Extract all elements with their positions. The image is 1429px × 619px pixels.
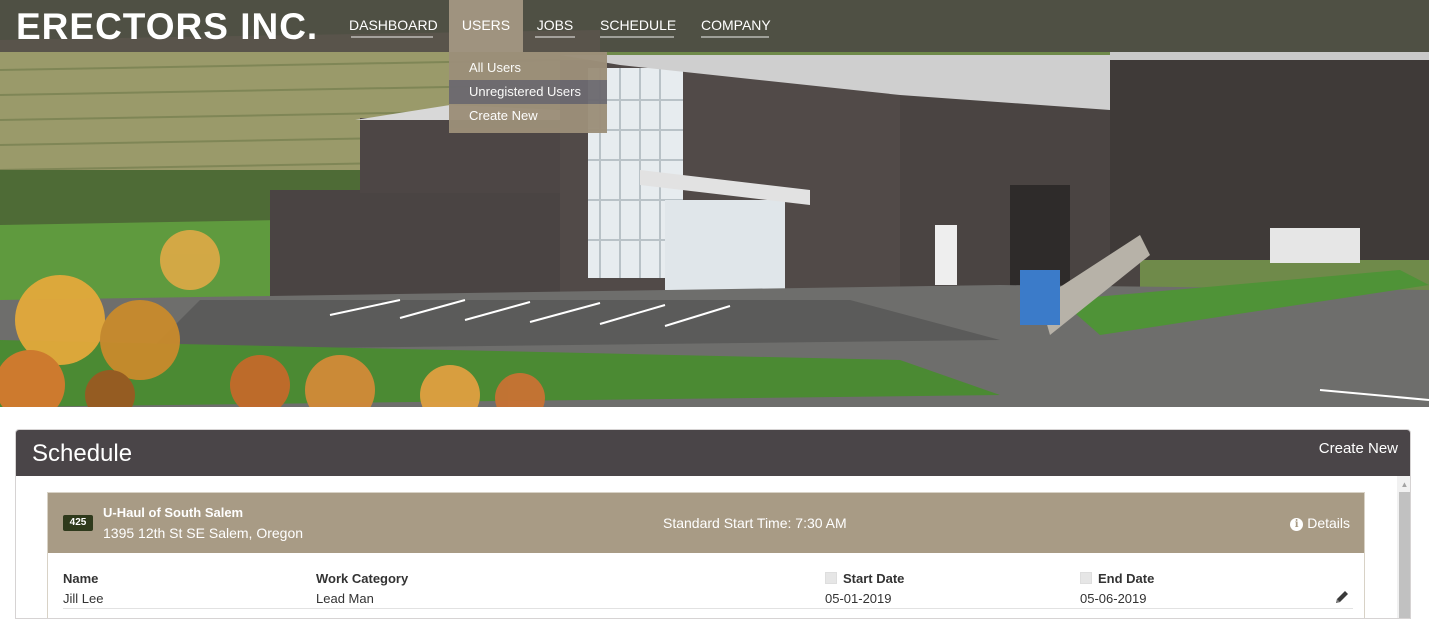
start-date-label: Start Date bbox=[843, 571, 905, 586]
row-end-date: 05-06-2019 bbox=[1080, 591, 1147, 606]
job-address: 1395 12th St SE Salem, Oregon bbox=[103, 525, 304, 541]
nav-company[interactable]: COMPANY bbox=[701, 0, 771, 52]
checkbox-icon[interactable] bbox=[1080, 572, 1092, 584]
scroll-up-arrow-icon[interactable]: ▲ bbox=[1397, 478, 1410, 492]
nav-company-label: COMPANY bbox=[701, 17, 771, 33]
top-navbar: ERECTORS INC. DASHBOARD USERS JOBS SCHED… bbox=[0, 0, 1429, 52]
row-start-date: 05-01-2019 bbox=[825, 591, 892, 606]
nav-dashboard-label: DASHBOARD bbox=[349, 17, 438, 33]
job-card: 425 U-Haul of South Salem 1395 12th St S… bbox=[47, 492, 1365, 618]
pencil-icon[interactable] bbox=[1334, 589, 1350, 605]
column-header-name: Name bbox=[63, 571, 99, 586]
schedule-panel: Schedule Create New ▲ 425 U-Haul of Sout… bbox=[15, 429, 1411, 619]
nav-underline bbox=[701, 36, 769, 38]
nav-underline bbox=[600, 36, 674, 38]
end-date-label: End Date bbox=[1098, 571, 1155, 586]
column-header-start-date[interactable]: Start Date bbox=[825, 571, 904, 586]
schedule-title: Schedule bbox=[32, 440, 133, 467]
menu-item-create-new-user[interactable]: Create New bbox=[449, 104, 607, 128]
nav-jobs-label: JOBS bbox=[536, 17, 574, 33]
scrollbar-thumb[interactable] bbox=[1399, 492, 1410, 618]
job-name: U-Haul of South Salem bbox=[103, 505, 244, 520]
column-header-work-category: Work Category bbox=[316, 571, 409, 586]
menu-item-unregistered-users[interactable]: Unregistered Users bbox=[449, 80, 607, 104]
nav-schedule[interactable]: SCHEDULE bbox=[600, 0, 677, 52]
nav-jobs[interactable]: JOBS bbox=[535, 0, 575, 52]
job-standard-start-time: Standard Start Time: 7:30 AM bbox=[663, 515, 847, 531]
row-work-category: Lead Man bbox=[316, 591, 374, 606]
job-details-label: Details bbox=[1307, 515, 1350, 531]
row-divider bbox=[63, 608, 1353, 609]
checkbox-icon[interactable] bbox=[825, 572, 837, 584]
create-new-schedule-link[interactable]: Create New bbox=[1319, 440, 1398, 457]
nav-underline bbox=[535, 36, 575, 38]
nav-dashboard[interactable]: DASHBOARD bbox=[349, 0, 438, 52]
menu-item-all-users[interactable]: All Users bbox=[449, 56, 607, 80]
job-number-badge: 425 bbox=[63, 515, 93, 531]
users-dropdown-menu: All Users Unregistered Users Create New bbox=[449, 52, 607, 133]
vertical-scrollbar[interactable]: ▲ bbox=[1397, 476, 1410, 618]
hero-illustration bbox=[0, 0, 1429, 407]
hero-banner-image bbox=[0, 0, 1429, 407]
nav-users-label: USERS bbox=[461, 17, 511, 33]
job-card-header: 425 U-Haul of South Salem 1395 12th St S… bbox=[48, 493, 1364, 553]
schedule-panel-header: Schedule Create New bbox=[16, 430, 1410, 476]
row-worker-name: Jill Lee bbox=[63, 591, 104, 606]
nav-users[interactable]: USERS bbox=[449, 0, 523, 52]
nav-schedule-label: SCHEDULE bbox=[600, 17, 677, 33]
nav-underline bbox=[351, 36, 433, 38]
brand-logo[interactable]: ERECTORS INC. bbox=[16, 6, 318, 48]
job-details-link[interactable]: i Details bbox=[1290, 515, 1350, 531]
info-circle-icon: i bbox=[1290, 518, 1304, 531]
column-header-end-date[interactable]: End Date bbox=[1080, 571, 1154, 586]
